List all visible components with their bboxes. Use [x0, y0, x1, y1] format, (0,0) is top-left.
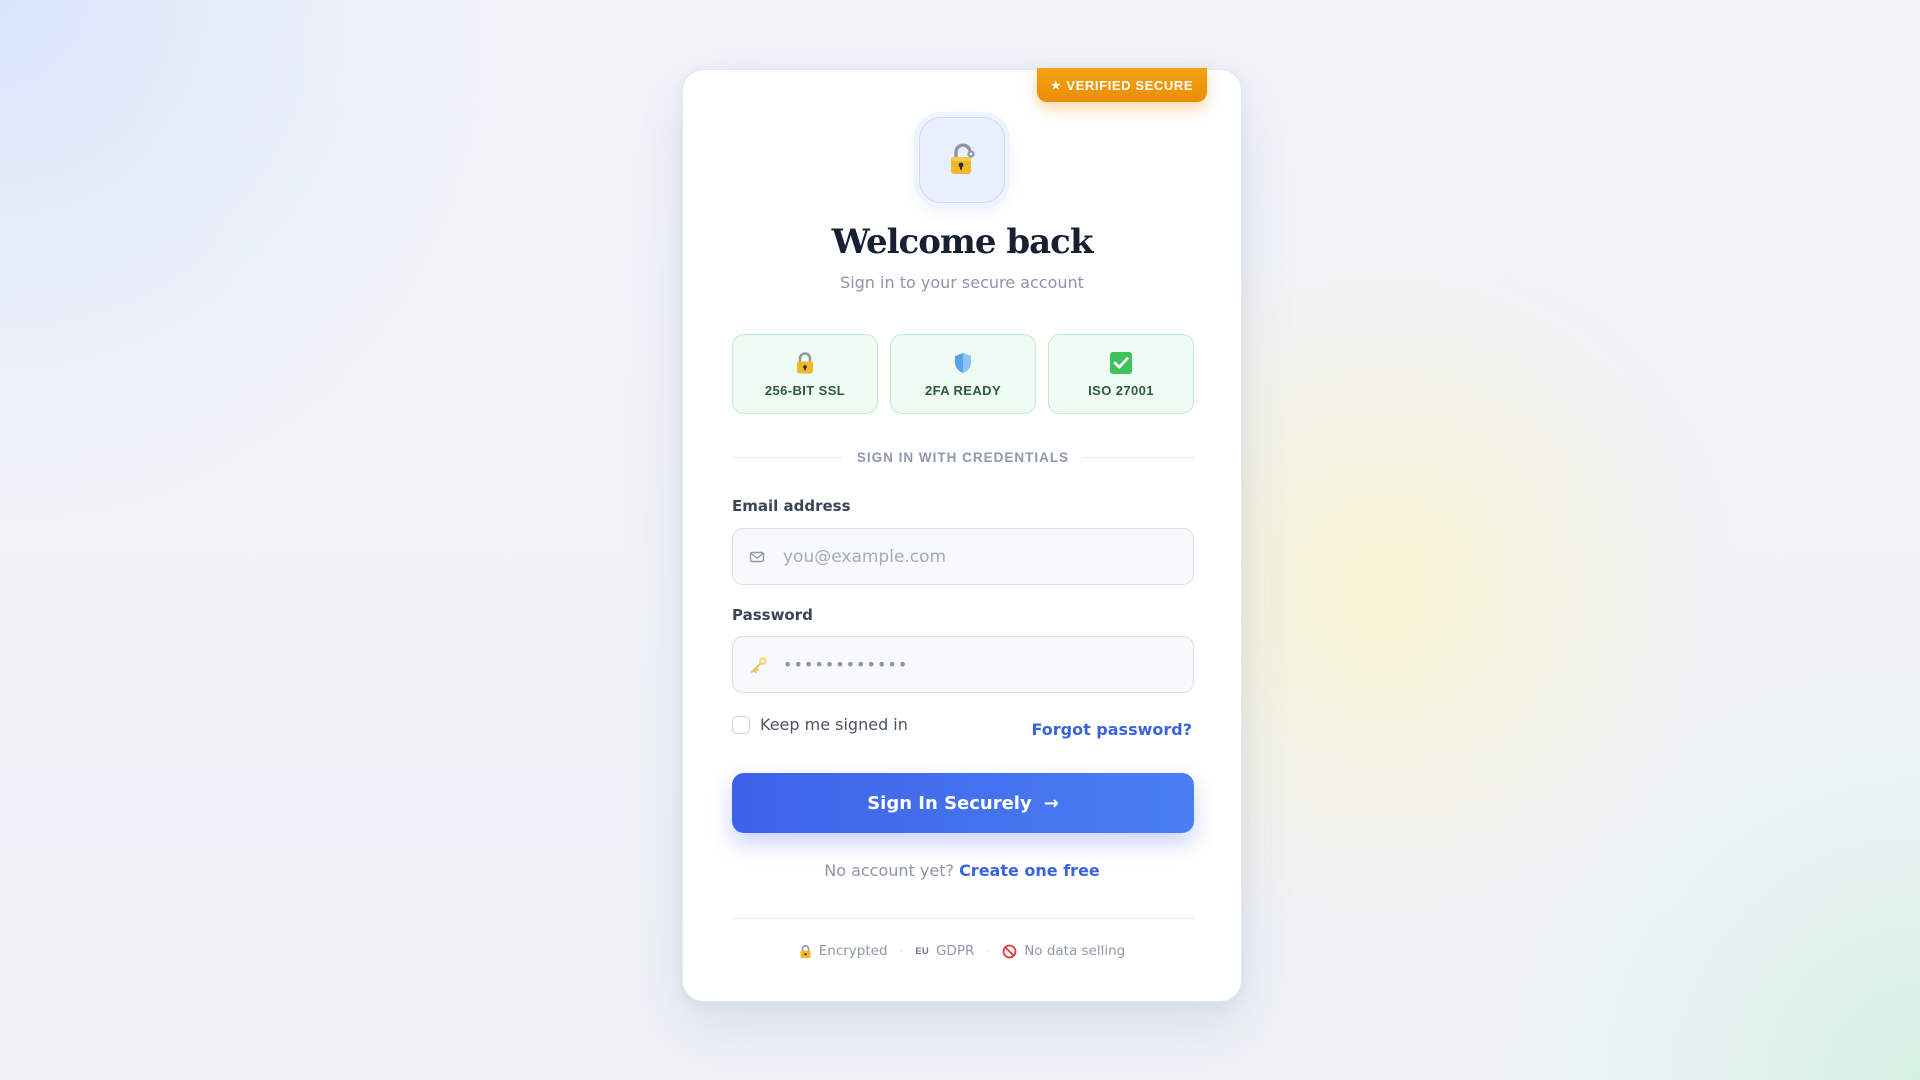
password-label: Password: [732, 606, 813, 624]
email-field[interactable]: [732, 528, 1194, 585]
encrypted-label: Encrypted: [818, 943, 888, 959]
signup-text: No account yet?: [824, 861, 954, 880]
ribbon-label: VERIFIED SECURE: [1066, 77, 1194, 93]
envelope-icon: [749, 549, 765, 565]
badge-label: ISO 27001: [1088, 382, 1154, 398]
remember-checkbox[interactable]: [732, 715, 750, 734]
password-field[interactable]: [732, 636, 1194, 693]
divider-label: SIGN IN WITH CREDENTIALS: [856, 449, 1070, 465]
shield-icon: [955, 352, 971, 373]
password-input[interactable]: [783, 637, 1183, 692]
remember-label[interactable]: Keep me signed in: [760, 715, 908, 734]
badge-ssl: 256-BIT SSL: [732, 334, 878, 414]
sign-in-button[interactable]: Sign In Securely →: [732, 773, 1194, 833]
padlock-unlocked-icon: [951, 143, 975, 174]
credentials-divider: SIGN IN WITH CREDENTIALS: [732, 447, 1194, 467]
no-selling-label: No data selling: [1024, 943, 1126, 959]
prohibited-icon: [1002, 944, 1017, 958]
footer-no-selling: No data selling: [1002, 943, 1125, 959]
eu-flag-icon: EU: [915, 945, 929, 957]
key-icon: [749, 655, 769, 675]
email-input[interactable]: [783, 529, 1183, 584]
verified-secure-ribbon: ★ VERIFIED SECURE: [1037, 68, 1207, 102]
separator: ·: [986, 944, 991, 958]
forgot-password-link[interactable]: Forgot password?: [1031, 720, 1192, 739]
star-icon: ★: [1050, 79, 1062, 92]
badge-label: 256-BIT SSL: [764, 382, 846, 398]
padlock-icon: [797, 351, 813, 373]
arrow-right-icon: →: [1043, 792, 1059, 814]
trust-footer: Encrypted · EU GDPR · No data selling: [683, 943, 1241, 959]
security-badges: 256-BIT SSL 2FA READY ISO 27001: [732, 334, 1194, 414]
remember-me[interactable]: Keep me signed in: [732, 715, 908, 734]
logo-tile: [919, 117, 1005, 203]
sign-in-label: Sign In Securely: [867, 792, 1032, 814]
check-box-icon: [1110, 351, 1132, 374]
page-title: Welcome back: [831, 222, 1094, 262]
footer-gdpr: EU GDPR: [915, 943, 974, 959]
gdpr-label: GDPR: [935, 943, 975, 959]
padlock-icon: [800, 944, 811, 958]
page-subtitle: Sign in to your secure account: [840, 273, 1084, 292]
badge-2fa: 2FA READY: [890, 334, 1036, 414]
email-label: Email address: [732, 497, 851, 515]
login-card: ★ VERIFIED SECURE Welcome back Sign in t…: [682, 68, 1242, 1002]
badge-iso: ISO 27001: [1048, 334, 1194, 414]
footer-encrypted: Encrypted: [799, 943, 888, 959]
badge-label: 2FA READY: [924, 382, 1002, 398]
footer-divider: [732, 918, 1194, 919]
create-account-link[interactable]: Create one free: [959, 861, 1100, 880]
signup-prompt: No account yet? Create one free: [683, 861, 1241, 880]
separator: ·: [899, 944, 904, 958]
